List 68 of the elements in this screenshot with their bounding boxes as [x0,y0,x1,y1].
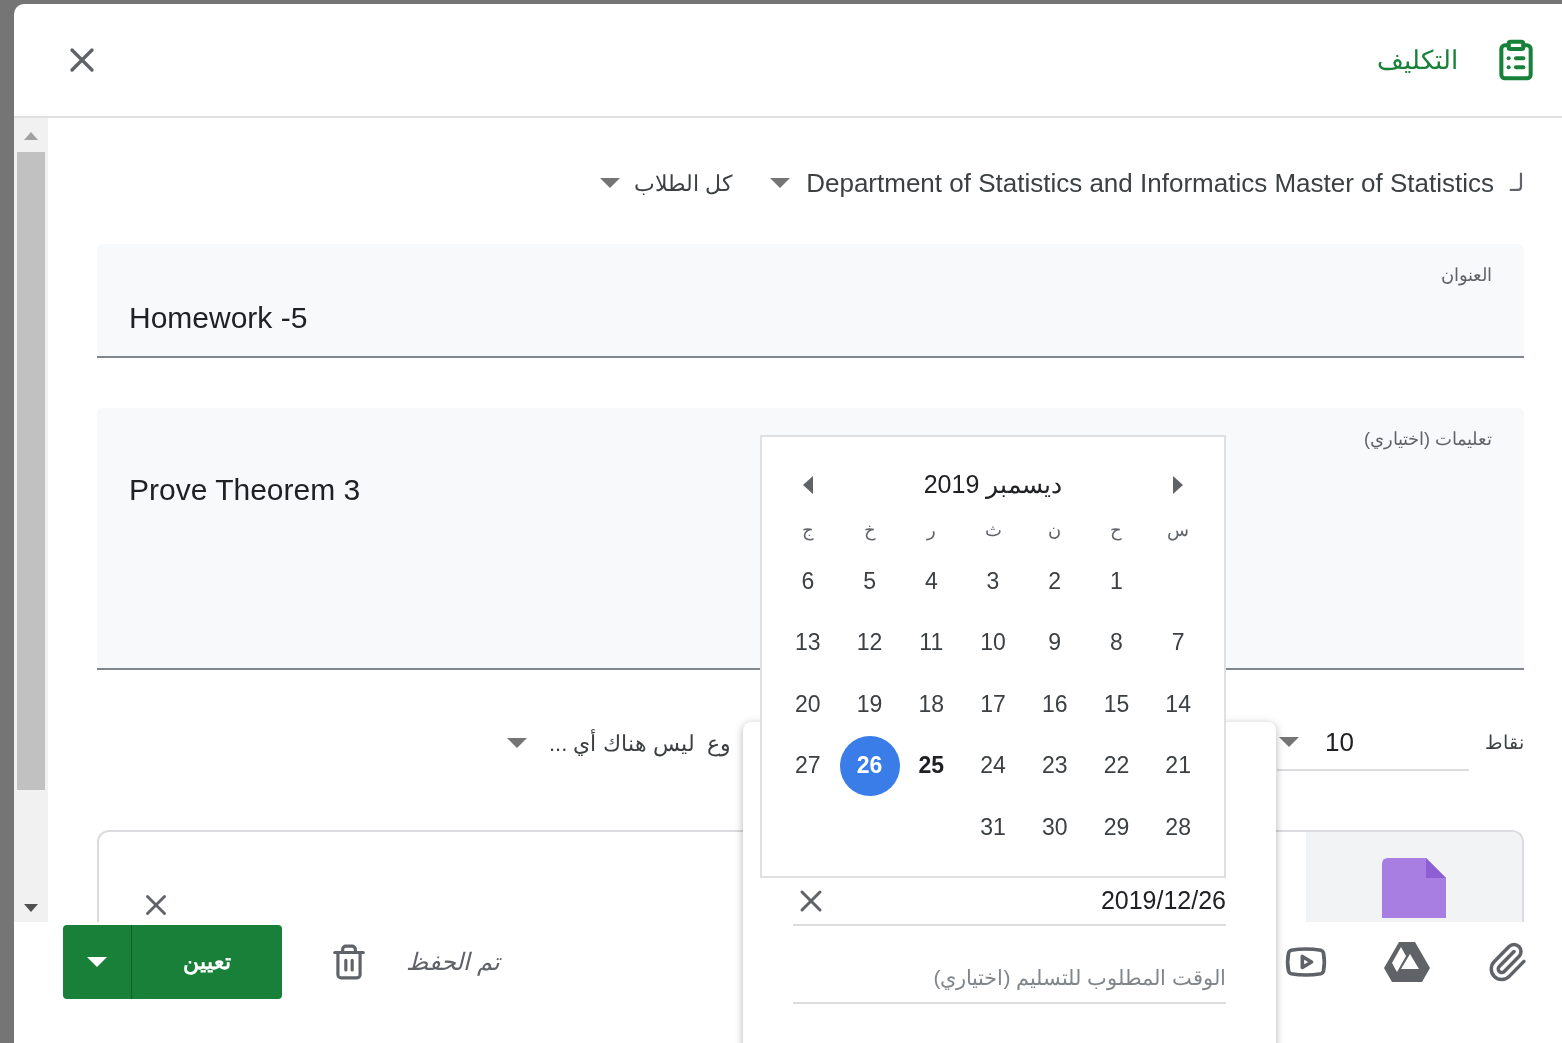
caret-icon [507,738,527,748]
points-label: نقاط [1485,730,1524,755]
scroll-down-icon[interactable] [24,904,38,912]
calendar-day[interactable]: 24 [963,735,1023,796]
field-label: تعليمات (اختياري) [1364,428,1492,452]
calendar-day[interactable]: 28 [1148,797,1209,858]
points-field[interactable]: 10 [1277,715,1469,771]
students-dropdown[interactable]: كل الطلاب [600,166,733,200]
assign-options-button[interactable] [63,924,132,999]
calendar-day[interactable]: 9 [1024,612,1085,673]
calendar-day[interactable]: 19 [839,674,900,734]
caret-icon [87,956,107,967]
calendar-day[interactable]: 30 [1024,797,1085,858]
calendar-day[interactable]: 12 [839,612,900,673]
calendar-day[interactable]: 31 [963,797,1023,858]
caret-icon [600,178,621,188]
calendar-day[interactable]: 13 [777,612,838,673]
next-month-icon[interactable] [1173,476,1183,494]
calendar-day[interactable]: 7 [1148,612,1209,673]
recipient-prefix: لـ [1510,168,1524,198]
scrollbar[interactable] [14,118,48,922]
form-document-icon [1382,858,1446,918]
field-label: العنوان [1441,264,1492,288]
calendar-day[interactable]: 16 [1024,674,1085,734]
class-dropdown[interactable]: Department of Statistics and Informatics Master of Statistics [770,163,1494,203]
calendar-day[interactable]: 25 [901,735,962,796]
calendar-day[interactable]: 21 [1148,735,1209,796]
scrollbar-thumb[interactable] [17,152,45,790]
time-field[interactable]: الوقت المطلوب للتسليم (اختياري) [793,954,1226,1004]
caret-icon [1279,737,1299,747]
calendar-day[interactable]: 6 [777,550,838,611]
month-title: ديسمبر 2019 [923,469,1063,501]
trash-icon[interactable] [330,942,368,981]
calendar-day[interactable]: 3 [963,550,1023,611]
topic-dropdown[interactable]: ليس هناك أي ... [507,726,695,760]
calendar-day[interactable]: 20 [777,674,838,734]
calendar-day[interactable]: 27 [777,735,838,796]
calendar-day[interactable]: 17 [963,674,1023,734]
calendar-day[interactable]: 15 [1086,674,1147,734]
triangle-drive-icon[interactable] [1384,941,1430,982]
calendar-day[interactable]: 8 [1086,612,1147,673]
calendar-day[interactable]: 2 [1024,550,1085,611]
field-value: Homework -5 [129,300,308,336]
calendar-day[interactable]: 1 [1086,550,1147,611]
assign-button[interactable]: تعيين [132,924,282,999]
weekday-label: ث [983,519,1003,542]
weekday-label: ر [925,519,937,543]
weekday-label: ج [800,519,815,543]
save-status: تم الحفظ [406,946,500,978]
field-value: Prove Theorem 3 [129,472,361,508]
calendar-day[interactable]: 29 [1086,797,1147,858]
weekday-label: ن [1047,519,1063,542]
weekday-label: ح [1109,519,1124,543]
calendar-day[interactable]: 26 [839,735,900,796]
calendar-day[interactable]: 22 [1086,735,1147,796]
topic-label: وع [706,729,731,759]
calendar-day[interactable]: 14 [1148,674,1209,734]
weekday-label: خ [862,519,877,543]
calendar-day[interactable]: 4 [901,550,962,611]
calendar-day[interactable]: 5 [839,550,900,611]
dialog-title: التكليف [1377,43,1458,77]
previous-month-icon[interactable] [803,476,813,494]
calendar-day[interactable]: 18 [901,674,962,734]
weekday-label: س [1166,519,1191,543]
calendar-day[interactable]: 11 [901,612,962,673]
calendar-day[interactable]: 23 [1024,735,1085,796]
calendar-day[interactable]: 10 [963,612,1023,673]
caret-icon [770,178,791,188]
